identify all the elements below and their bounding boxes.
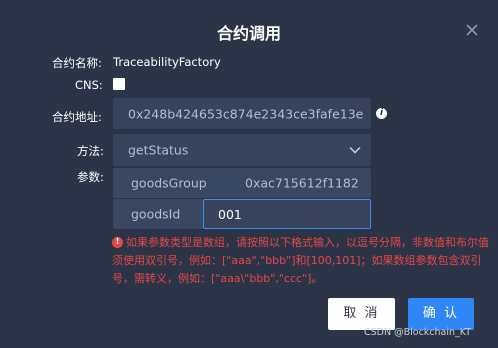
contract-name-label: 合约名称: bbox=[52, 56, 102, 70]
cancel-button[interactable]: 取 消 bbox=[328, 298, 395, 330]
contract-address-field[interactable]: 0x248b424653c874e2343ce3fafe13e bbox=[113, 98, 371, 129]
confirm-button[interactable]: 确 认 bbox=[408, 298, 474, 330]
goods-id-input[interactable] bbox=[203, 199, 371, 229]
param-name: goodsGroup bbox=[131, 175, 207, 191]
param-row: goodsId bbox=[113, 199, 203, 229]
param-name: goodsId bbox=[131, 206, 181, 222]
method-label: 方法: bbox=[77, 144, 104, 158]
param-value[interactable]: 0xac715612f1182 bbox=[245, 176, 359, 191]
method-selected-value: getStatus bbox=[128, 142, 189, 158]
chevron-down-icon bbox=[349, 143, 361, 158]
close-icon[interactable] bbox=[462, 20, 482, 40]
error-circle-icon: ! bbox=[112, 237, 123, 248]
method-select[interactable]: getStatus bbox=[113, 134, 371, 166]
params-label: 参数: bbox=[77, 170, 104, 184]
watermark: CSDN @Blockchain_KT bbox=[364, 327, 472, 338]
cns-label: CNS: bbox=[75, 78, 103, 92]
contract-call-dialog: 合约调用 合约名称: TraceabilityFactory CNS: 合约地址… bbox=[0, 0, 498, 348]
cns-checkbox[interactable] bbox=[113, 78, 125, 90]
contract-address-label: 合约地址: bbox=[52, 110, 102, 124]
contract-name-value: TraceabilityFactory bbox=[113, 55, 221, 69]
param-row: goodsGroup 0xac715612f1182 bbox=[113, 168, 371, 198]
contract-address-value: 0x248b424653c874e2343ce3fafe13e bbox=[128, 106, 364, 121]
array-format-hint: 如果参数类型是数组，请按照以下格式输入，以逗号分隔，非数值和布尔值须使用双引号，… bbox=[112, 236, 489, 285]
info-icon[interactable]: i bbox=[376, 108, 387, 119]
dialog-title: 合约调用 bbox=[216, 24, 281, 43]
